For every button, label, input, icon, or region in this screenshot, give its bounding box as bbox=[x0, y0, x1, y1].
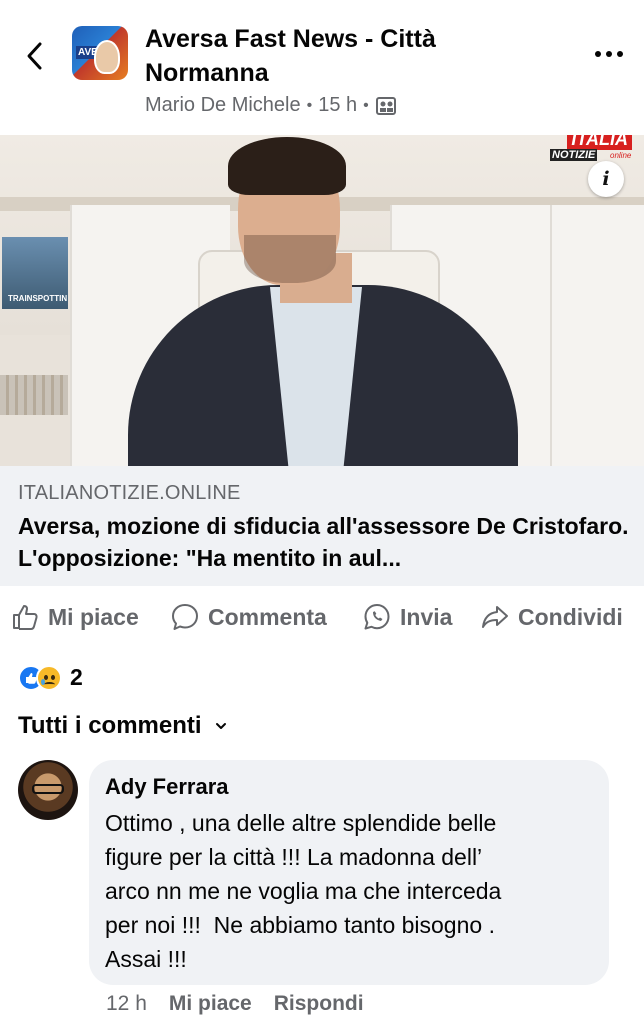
comment-text: Ottimo , una delle altre splendide belle… bbox=[105, 810, 502, 972]
whatsapp-icon bbox=[364, 604, 390, 630]
action-bar: Mi piace Commenta Invia Condividi bbox=[0, 596, 644, 640]
info-icon[interactable]: i bbox=[588, 161, 624, 197]
reaction-count: 2 bbox=[70, 664, 83, 690]
commenter-avatar[interactable] bbox=[18, 760, 78, 820]
comment-bubble-icon bbox=[172, 604, 198, 630]
comment-footer: 12 h Mi piace Rispondi bbox=[106, 992, 364, 1016]
link-preview[interactable]: ITALIANOTIZIE.ONLINE Aversa, mozione di … bbox=[0, 466, 644, 586]
post-meta: Mario De Michele • 15 h • bbox=[145, 94, 397, 117]
comment-label: Commenta bbox=[208, 603, 327, 630]
person-hair bbox=[228, 137, 346, 195]
like-label: Mi piace bbox=[48, 603, 139, 630]
avatar-face bbox=[94, 40, 120, 74]
share-button[interactable]: Condividi bbox=[480, 602, 623, 632]
send-label: Invia bbox=[400, 603, 453, 630]
page-name[interactable]: Aversa Fast News - Città Normanna bbox=[145, 22, 535, 90]
logo-mid: NOTIZIE bbox=[550, 149, 598, 161]
commenter-name[interactable]: Ady Ferrara bbox=[105, 774, 229, 800]
link-headline: Aversa, mozione di sfiducia all'assessor… bbox=[18, 513, 629, 571]
poster-text: TRAINSPOTTIN bbox=[8, 294, 68, 303]
post-time[interactable]: 15 h bbox=[318, 94, 357, 117]
comment-time[interactable]: 12 h bbox=[106, 992, 147, 1016]
send-button[interactable]: Invia bbox=[362, 602, 452, 632]
person-beard bbox=[244, 235, 336, 283]
post-header: AVE Aversa Fast News - Città Normanna Ma… bbox=[0, 0, 644, 135]
share-arrow-icon bbox=[482, 606, 508, 628]
more-dots-icon[interactable] bbox=[592, 42, 626, 66]
comments-filter[interactable]: Tutti i commenti bbox=[18, 712, 228, 740]
comment-reply-button[interactable]: Rispondi bbox=[274, 992, 364, 1016]
share-label: Condividi bbox=[518, 603, 623, 630]
author-name[interactable]: Mario De Michele bbox=[145, 94, 301, 117]
back-arrow-icon[interactable] bbox=[22, 38, 48, 74]
meta-separator: • bbox=[306, 96, 313, 114]
album-icon bbox=[375, 96, 396, 115]
cabinet bbox=[550, 205, 644, 466]
comments-filter-label: Tutti i commenti bbox=[18, 712, 202, 739]
link-domain: ITALIANOTIZIE.ONLINE bbox=[18, 482, 241, 504]
logo-top: ITALIA bbox=[567, 135, 632, 150]
thumbs-up-icon bbox=[13, 605, 38, 630]
like-button[interactable]: Mi piace bbox=[10, 602, 139, 632]
news-logo: ITALIA NOTIZIE online bbox=[548, 135, 638, 165]
sad-reaction-icon bbox=[36, 664, 62, 691]
poster: TRAINSPOTTIN bbox=[2, 237, 68, 309]
avatar-glasses bbox=[32, 784, 64, 794]
comment-like-button[interactable]: Mi piace bbox=[169, 992, 252, 1016]
logo-small: online bbox=[610, 151, 632, 160]
post-image[interactable]: TRAINSPOTTIN ITALIA NOTIZIE online i bbox=[0, 135, 644, 466]
chevron-down-icon bbox=[215, 723, 226, 729]
meta-separator: • bbox=[363, 96, 369, 114]
comment-button[interactable]: Commenta bbox=[170, 602, 327, 632]
reactions-summary[interactable]: 2 bbox=[18, 664, 83, 691]
comment-bubble[interactable]: Ady Ferrara Ottimo , una delle altre spl… bbox=[89, 760, 609, 985]
page-avatar[interactable]: AVE bbox=[72, 26, 128, 80]
books bbox=[0, 375, 68, 415]
